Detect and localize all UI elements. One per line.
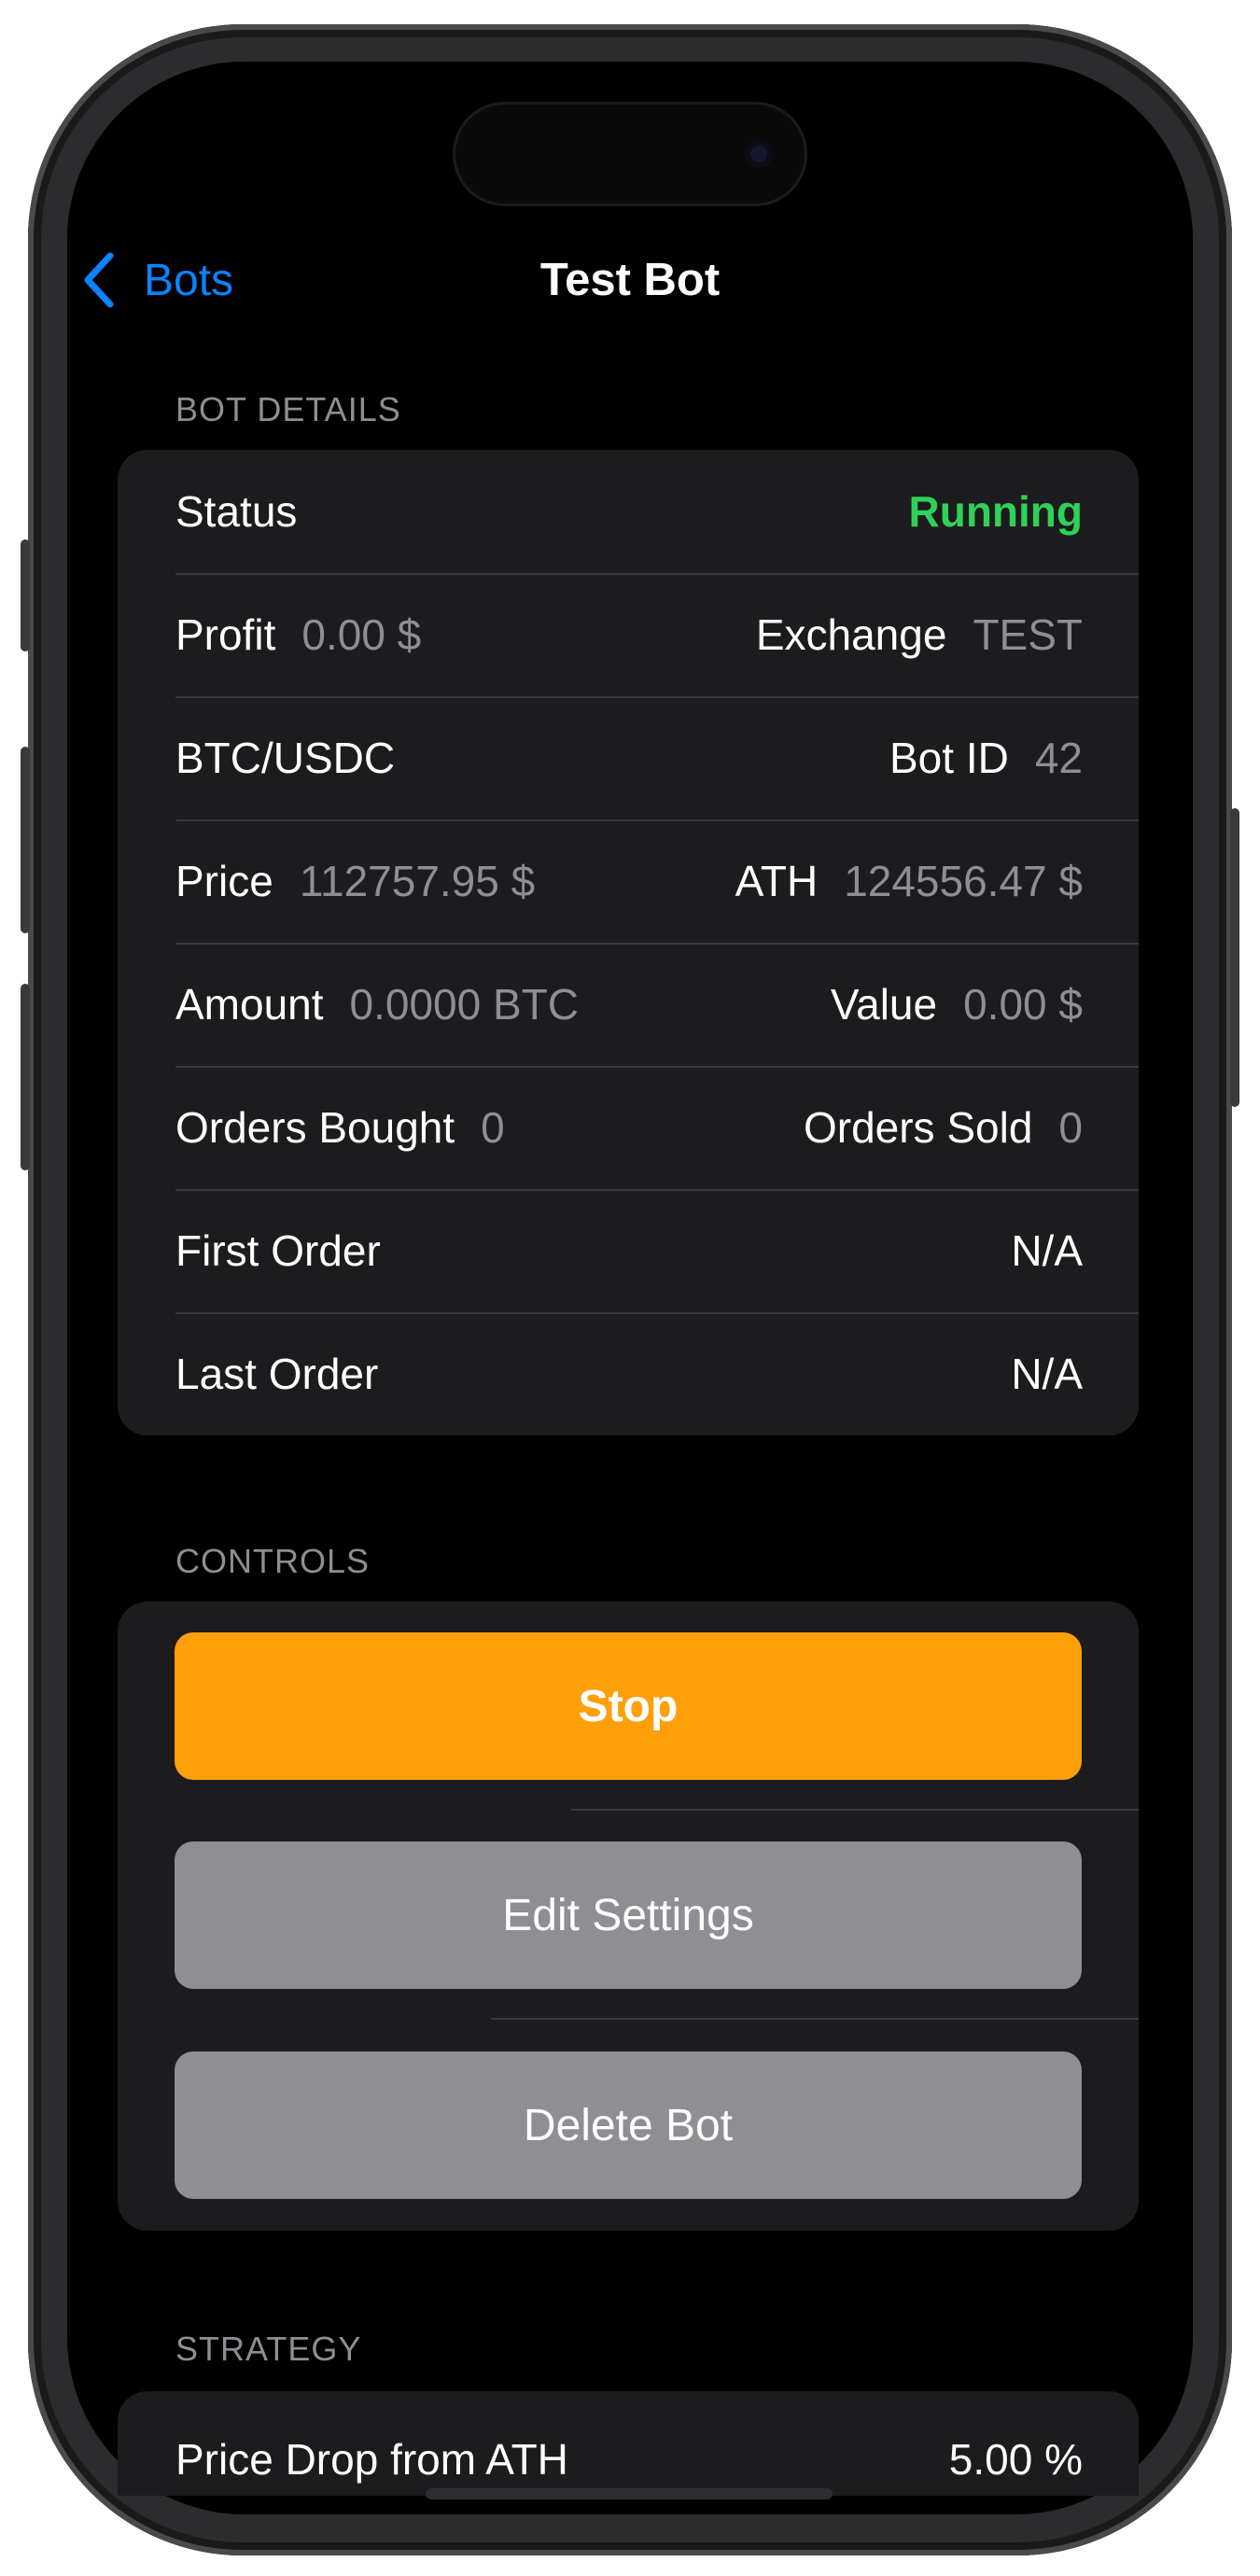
orders-row: Orders Bought 0 Orders Sold 0 [118,1066,1139,1189]
bot-details-card: Status Running Profit 0.00 $ Exchange TE… [118,450,1139,1435]
trading-pair: BTC/USDC [175,734,396,782]
price-drop-label: Price Drop from ATH [175,2435,568,2484]
bot-id-label: Bot ID [889,734,1009,782]
action-button [21,539,30,651]
profit-value: 0.00 $ [301,610,422,659]
stop-button-cell: Stop [118,1602,1139,1811]
strategy-card: Price Drop from ATH 5.00 % [118,2391,1139,2496]
orders-bought-label: Orders Bought [175,1103,455,1152]
status-row: Status Running [118,450,1139,573]
value-label: Value [830,980,938,1029]
first-order-label: First Order [175,1226,381,1275]
strategy-header: STRATEGY [175,2330,362,2368]
home-indicator[interactable] [426,2488,833,2499]
last-order-label: Last Order [175,1350,379,1398]
profit-label: Profit [175,610,276,659]
ath-label: ATH [735,857,819,905]
amount-value-row: Amount 0.0000 BTC Value 0.00 $ [118,943,1139,1066]
last-order-value: N/A [1011,1350,1083,1398]
delete-bot-cell: Delete Bot [118,2020,1139,2231]
price-value: 112757.95 $ [299,857,536,905]
edit-settings-cell: Edit Settings [118,1811,1139,2020]
bot-details-header: BOT DETAILS [175,390,401,428]
delete-bot-button[interactable]: Delete Bot [175,2051,1082,2199]
price-label: Price [175,857,273,905]
amount-label: Amount [175,980,324,1029]
price-ath-row: Price 112757.95 $ ATH 124556.47 $ [118,819,1139,943]
first-order-value: N/A [1011,1226,1083,1275]
price-drop-value: 5.00 % [948,2435,1083,2484]
exchange-label: Exchange [755,610,947,659]
volume-up-button [21,747,30,933]
orders-bought-value: 0 [481,1103,505,1152]
edit-settings-button[interactable]: Edit Settings [175,1841,1082,1989]
status-value: Running [908,487,1084,536]
last-order-row: Last Order N/A [118,1312,1139,1435]
page-title: Test Bot [539,255,721,305]
bot-id-value: 42 [1034,734,1083,782]
status-label: Status [175,487,298,536]
power-button [1230,808,1239,1107]
stop-button[interactable]: Stop [175,1632,1082,1780]
value-value: 0.00 $ [963,980,1083,1029]
pair-botid-row: BTC/USDC Bot ID 42 [118,696,1139,819]
orders-sold-value: 0 [1058,1103,1083,1152]
ath-value: 124556.47 $ [844,857,1083,905]
volume-down-button [21,984,30,1170]
first-order-row: First Order N/A [118,1189,1139,1312]
controls-card: Stop Edit Settings Delete Bot [118,1602,1139,2231]
profit-exchange-row: Profit 0.00 $ Exchange TEST [118,573,1139,696]
orders-sold-label: Orders Sold [803,1103,1033,1152]
controls-header: CONTROLS [175,1542,371,1580]
dynamic-island [455,105,805,203]
amount-value: 0.0000 BTC [349,980,580,1029]
camera-icon [745,140,773,168]
price-drop-row: Price Drop from ATH 5.00 % [118,2391,1139,2496]
exchange-value: TEST [973,610,1083,659]
